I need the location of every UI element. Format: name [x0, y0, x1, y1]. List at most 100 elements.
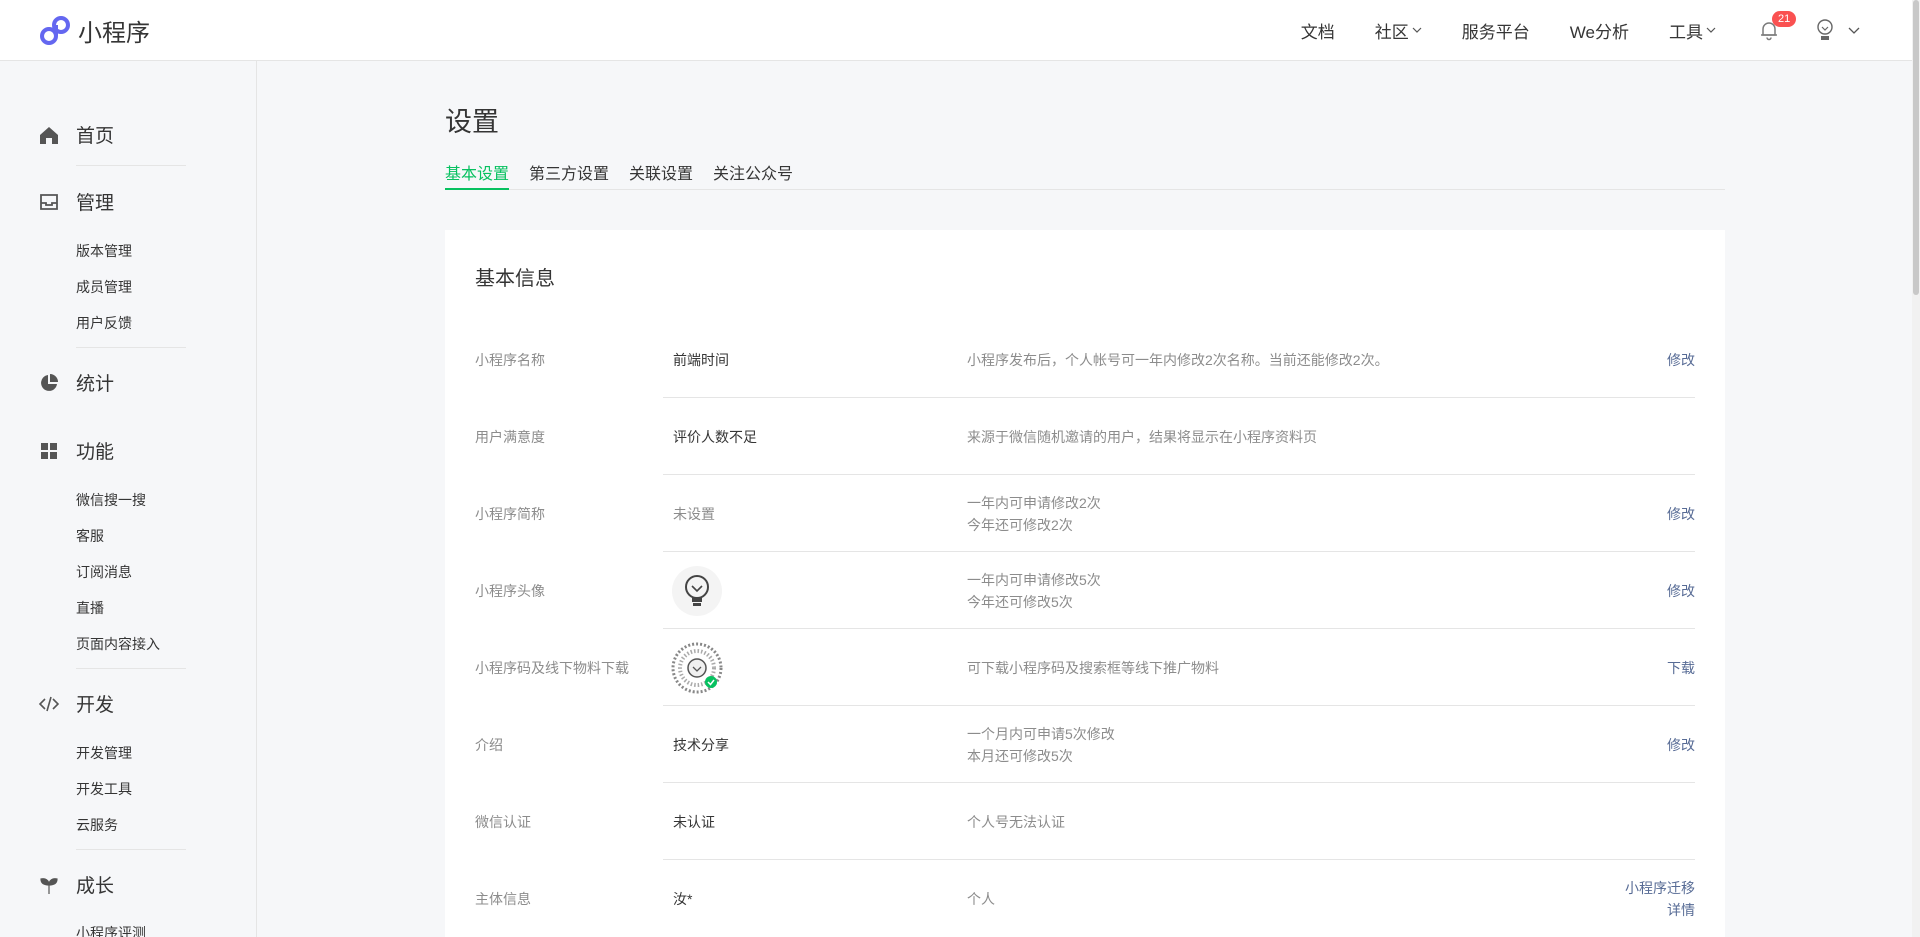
sidebar-subitem-feedback[interactable]: 用户反馈: [76, 313, 132, 333]
sidebar-item-develop[interactable]: 开发: [38, 690, 114, 717]
row-description: 个人: [967, 888, 995, 910]
table-row: 微信认证 未认证 个人号无法认证: [475, 783, 1695, 860]
row-description-line: 来源于微信随机邀请的用户，结果将显示在小程序资料页: [967, 428, 1317, 445]
row-description: 小程序发布后，个人帐号可一年内修改2次名称。当前还能修改2次。: [967, 349, 1389, 371]
row-label: 小程序名称: [475, 351, 545, 368]
sidebar-divider: [76, 165, 186, 166]
tab-basic-settings[interactable]: 基本设置: [445, 160, 510, 190]
sidebar-item-home[interactable]: 首页: [38, 121, 114, 148]
scrollbar[interactable]: [1912, 0, 1920, 937]
sidebar-subitem-live[interactable]: 直播: [76, 598, 104, 618]
settings-tabs: 基本设置 第三方设置 关联设置 关注公众号: [445, 160, 1725, 190]
row-value: 未设置: [673, 505, 715, 522]
row-label: 主体信息: [475, 890, 531, 907]
edit-short-name-link[interactable]: 修改: [1667, 503, 1695, 525]
nav-docs[interactable]: 文档: [1301, 18, 1335, 43]
grid-icon: [41, 442, 57, 459]
nav-community[interactable]: 社区: [1375, 18, 1422, 43]
migrate-link[interactable]: 小程序迁移: [1625, 877, 1695, 899]
sidebar-item-label: 首页: [76, 126, 115, 147]
edit-intro-link[interactable]: 修改: [1667, 734, 1695, 756]
scrollbar-thumb[interactable]: [1913, 0, 1919, 295]
chevron-down-icon[interactable]: [1848, 24, 1860, 36]
sidebar-divider: [76, 668, 186, 669]
row-description-line: 个人: [967, 890, 995, 907]
sidebar-divider: [76, 347, 186, 348]
notifications-button[interactable]: 21: [1758, 11, 1797, 41]
inbox-icon: [40, 193, 58, 210]
sidebar-subitem-customer-service[interactable]: 客服: [76, 526, 104, 546]
sidebar-subitem-members[interactable]: 成员管理: [76, 277, 132, 297]
sprout-icon: [40, 877, 58, 894]
pie-chart-icon: [41, 373, 58, 391]
notification-badge: 21: [1772, 11, 1797, 27]
chevron-down-icon: [1412, 27, 1422, 33]
top-nav: 文档 社区 服务平台 We分析 工具 21: [1261, 0, 1860, 60]
card-title: 基本信息: [475, 268, 555, 290]
sidebar-item-manage[interactable]: 管理: [38, 188, 114, 215]
sidebar-subitem-version[interactable]: 版本管理: [76, 241, 132, 261]
tab-follow-official-account[interactable]: 关注公众号: [713, 160, 793, 190]
table-row: 小程序简称 未设置 一年内可申请修改2次 今年还可修改2次 修改: [475, 475, 1695, 552]
row-description-line: 一个月内可申请5次修改: [967, 725, 1115, 742]
sidebar-item-label: 开发: [76, 695, 115, 716]
edit-name-link[interactable]: 修改: [1667, 349, 1695, 371]
row-value: 未认证: [673, 813, 715, 830]
miniprogram-logo-icon: [40, 15, 70, 45]
row-description: 一年内可申请修改2次 今年还可修改2次: [967, 492, 1101, 536]
table-row: 小程序码及线下物料下载 可下载小程序码及搜索框等线下推广物料 下载: [475, 629, 1695, 706]
row-label: 小程序头像: [475, 582, 545, 599]
row-description-line: 可下载小程序码及搜索框等线下推广物料: [967, 659, 1219, 676]
row-label: 小程序码及线下物料下载: [475, 659, 629, 676]
sidebar-subitem-wechat-search[interactable]: 微信搜一搜: [76, 490, 146, 510]
sidebar-subitem-dev-tools[interactable]: 开发工具: [76, 779, 132, 799]
row-description-line: 个人号无法认证: [967, 813, 1065, 830]
details-link[interactable]: 详情: [1625, 899, 1695, 921]
row-value: 汝*: [673, 890, 693, 907]
sidebar-subitem-subscribe-message[interactable]: 订阅消息: [76, 562, 132, 582]
app-title: 小程序: [78, 20, 150, 47]
sidebar-subitem-cloud[interactable]: 云服务: [76, 815, 118, 835]
row-description-line: 一年内可申请修改2次: [967, 494, 1101, 511]
row-label: 微信认证: [475, 813, 531, 830]
row-actions: 小程序迁移 详情: [1625, 877, 1695, 921]
miniprogram-code-icon: [671, 642, 723, 693]
sidebar-item-features[interactable]: 功能: [38, 437, 114, 464]
nav-service-platform[interactable]: 服务平台: [1462, 18, 1530, 43]
row-label: 小程序简称: [475, 505, 545, 522]
download-link[interactable]: 下载: [1667, 657, 1695, 679]
row-description-line: 本月还可修改5次: [967, 747, 1073, 764]
sidebar-subitem-page-content[interactable]: 页面内容接入: [76, 634, 160, 654]
tab-association-settings[interactable]: 关联设置: [629, 160, 693, 190]
nav-tools[interactable]: 工具: [1669, 18, 1716, 43]
sidebar-subitem-evaluation[interactable]: 小程序评测: [76, 923, 146, 937]
chevron-down-icon: [1706, 27, 1716, 33]
user-avatar-icon[interactable]: [1814, 17, 1836, 43]
edit-avatar-link[interactable]: 修改: [1667, 580, 1695, 602]
row-value: 评价人数不足: [673, 428, 757, 445]
page-title: 设置: [445, 107, 499, 137]
row-description: 一个月内可申请5次修改 本月还可修改5次: [967, 723, 1115, 767]
sidebar-item-growth[interactable]: 成长: [38, 871, 114, 898]
table-row: 主体信息 汝* 个人 小程序迁移 详情: [475, 860, 1695, 937]
sidebar-item-label: 统计: [76, 374, 115, 395]
nav-we-analytics[interactable]: We分析: [1570, 18, 1629, 43]
sidebar-item-label: 成长: [76, 876, 115, 897]
sidebar: 首页 管理 版本管理 成员管理 用户反馈 统计 功能 微信搜一搜 客服 订阅消息…: [0, 61, 257, 937]
row-value: 前端时间: [673, 351, 729, 368]
top-bar: 小程序 文档 社区 服务平台 We分析 工具 21: [0, 0, 1920, 61]
logo[interactable]: 小程序: [38, 13, 150, 48]
table-row: 用户满意度 评价人数不足 来源于微信随机邀请的用户，结果将显示在小程序资料页: [475, 398, 1695, 475]
nav-community-label: 社区: [1374, 22, 1409, 42]
row-description: 来源于微信随机邀请的用户，结果将显示在小程序资料页: [967, 426, 1317, 448]
home-icon: [40, 126, 58, 144]
sidebar-subitem-dev-manage[interactable]: 开发管理: [76, 743, 132, 763]
sidebar-item-stats[interactable]: 统计: [38, 369, 114, 396]
tab-third-party-settings[interactable]: 第三方设置: [529, 160, 609, 190]
table-row: 介绍 技术分享 一个月内可申请5次修改 本月还可修改5次 修改: [475, 706, 1695, 783]
sidebar-divider: [76, 849, 186, 850]
row-description-line: 今年还可修改2次: [967, 516, 1073, 533]
sidebar-item-label: 功能: [76, 442, 115, 463]
miniprogram-avatar-icon: [672, 565, 722, 616]
code-icon: [38, 696, 60, 711]
